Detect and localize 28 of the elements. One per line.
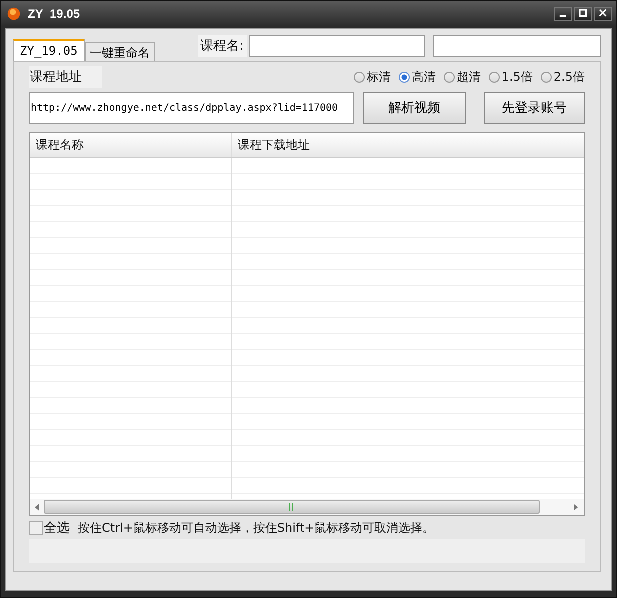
quality-radio[interactable]: 标清 xyxy=(354,68,391,86)
horizontal-scrollbar[interactable] xyxy=(30,499,584,515)
input-field[interactable] xyxy=(433,35,601,57)
maximize-button[interactable] xyxy=(574,6,592,20)
maximize-icon xyxy=(578,9,588,18)
login-button[interactable]: 先登录账号 xyxy=(484,92,585,124)
window-title: ZY_19.05 xyxy=(28,6,80,20)
hint-text: 按住Ctrl+鼠标移动可自动选择，按住Shift+鼠标移动可取消选择。 xyxy=(78,520,435,536)
address-label: 课程地址 xyxy=(29,66,102,88)
course-name-field[interactable] xyxy=(249,35,425,57)
app-icon xyxy=(7,6,21,20)
column-header[interactable]: 课程下载地址 xyxy=(232,133,316,157)
course-name-label: 课程名: xyxy=(198,35,247,57)
quality-radio[interactable]: 超清 xyxy=(444,68,481,86)
column-header[interactable]: 课程名称 xyxy=(30,133,232,157)
url-field[interactable]: http://www.zhongye.net/class/dpplay.aspx?lid=117000 xyxy=(29,92,354,124)
parse-video-button[interactable]: 解析视频 xyxy=(363,92,466,124)
quality-radio[interactable]: 1.5倍 xyxy=(488,68,533,86)
scroll-left-icon[interactable] xyxy=(35,504,40,510)
quality-radio[interactable]: 高清 xyxy=(398,68,436,86)
select-all-checkbox[interactable]: 全选 xyxy=(29,519,70,537)
close-button[interactable] xyxy=(594,6,612,20)
tab[interactable]: ZY_19.05 xyxy=(13,39,85,61)
minimize-button[interactable] xyxy=(554,6,572,20)
scroll-right-icon[interactable] xyxy=(574,504,579,510)
quality-radio[interactable]: 2.5倍 xyxy=(540,68,585,86)
tab[interactable]: 一键重命名 xyxy=(84,42,155,61)
close-icon xyxy=(598,9,608,18)
